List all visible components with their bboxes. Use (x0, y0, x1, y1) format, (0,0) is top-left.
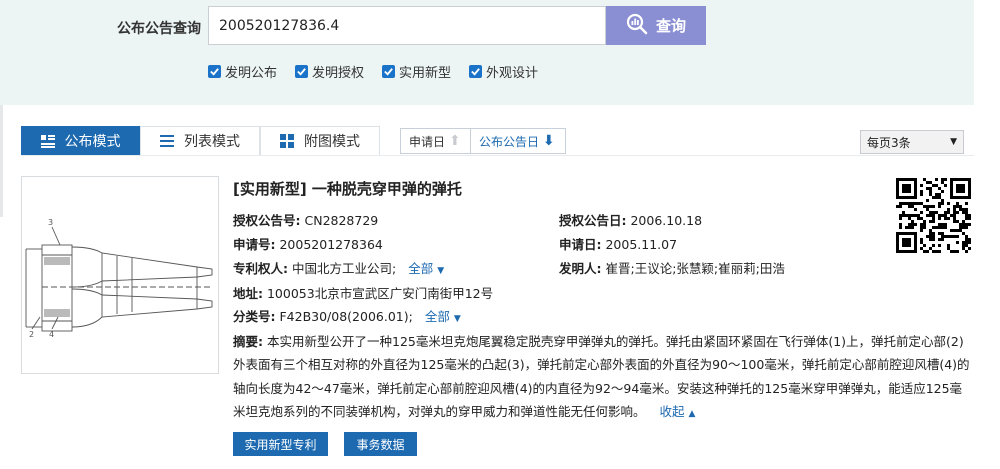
grant-date-field: 授权公告日: 2006.10.18 (559, 210, 702, 229)
tab-figure-mode[interactable]: 附图模式 (260, 126, 380, 156)
tab-publish-mode[interactable]: 公布模式 (21, 126, 140, 156)
checkbox-checked-icon[interactable] (295, 65, 309, 78)
list-detail-icon (40, 134, 55, 148)
field-label: 授权公告号: (233, 213, 301, 228)
application-number-field: 申请号: 2005201278364 (233, 234, 383, 253)
field-label: 授权公告日: (559, 213, 627, 228)
per-page-select[interactable]: 每页3条 ▼ (860, 130, 964, 154)
svg-text:3: 3 (48, 218, 53, 227)
filter-label: 实用新型 (399, 66, 452, 81)
classification-field: 分类号: F42B30/08(2006.01); 全部 ▼ (233, 306, 461, 325)
address-field: 地址: 100053北京市宣武区广安门南街甲12号 (233, 283, 493, 302)
chevron-down-icon: ▼ (950, 137, 957, 147)
list-icon (160, 134, 174, 148)
tab-label: 公布模式 (64, 134, 121, 150)
application-date-field: 申请日: 2005.11.07 (559, 234, 677, 253)
filter-invention-publication[interactable]: 发明公布 (208, 62, 277, 81)
field-value: F42B30/08(2006.01); (279, 309, 413, 324)
field-label: 申请号: (233, 237, 276, 252)
grant-number-field: 授权公告号: CN2828729 (233, 210, 378, 229)
field-value: 2006.10.18 (630, 213, 703, 228)
filter-invention-grant[interactable]: 发明授权 (295, 62, 364, 81)
view-mode-tabs: 公布模式 列表模式 附图模式 (21, 126, 380, 156)
checkbox-checked-icon[interactable] (208, 65, 221, 78)
field-value: CN2828729 (304, 213, 379, 228)
toolbar-divider (21, 155, 974, 156)
field-label: 发明人: (559, 261, 602, 276)
filter-label: 发明公布 (225, 66, 278, 81)
field-value: 100053北京市宣武区广安门南街甲12号 (266, 286, 494, 301)
field-value: 2005201278364 (279, 237, 383, 252)
patent-type-button[interactable]: 实用新型专利 (233, 432, 328, 456)
tab-label: 列表模式 (184, 134, 240, 150)
tab-list-mode[interactable]: 列表模式 (140, 126, 260, 156)
per-page-value: 每页3条 (867, 135, 911, 150)
arrow-down-icon: ⬇ (543, 133, 555, 149)
qr-code-icon (896, 178, 971, 253)
patent-drawing: 3 2 4 (25, 218, 213, 339)
field-label: 专利权人: (233, 261, 288, 276)
filter-utility-model[interactable]: 实用新型 (382, 62, 451, 81)
triangle-down-icon: ▼ (453, 314, 461, 324)
abstract-label: 摘要: (233, 334, 263, 349)
field-value: 崔晋;王议论;张慧颖;崔丽莉;田浩 (605, 261, 785, 276)
patent-drawing-thumbnail[interactable]: 3 2 4 (21, 176, 219, 374)
sort-by-publish-date[interactable]: 公布公告日 ⬇ (471, 129, 565, 153)
field-value: 中国北方工业公司; (291, 261, 397, 276)
patent-title[interactable]: [实用新型] 一种脱壳穿甲弹的弹托 (233, 178, 462, 199)
search-label: 公布公告查询 (117, 21, 201, 37)
abstract: 摘要: 本实用新型公开了一种125毫米坦克炮尾翼稳定脱壳穿甲弹弹丸的弹托。弹托由… (233, 330, 973, 426)
expand-label: 全部 (408, 261, 434, 276)
field-label: 申请日: (559, 237, 602, 252)
filter-label: 外观设计 (486, 66, 539, 81)
svg-text:4: 4 (49, 330, 54, 339)
affair-data-button[interactable]: 事务数据 (344, 432, 417, 456)
search-button-label: 查询 (655, 17, 686, 35)
filter-label: 发明授权 (312, 66, 365, 81)
type-filters: 发明公布 发明授权 实用新型 外观设计 (208, 62, 538, 81)
search-button[interactable]: 查询 (606, 6, 706, 45)
inventor-field: 发明人: 崔晋;王议论;张慧颖;崔丽莉;田浩 (559, 258, 785, 277)
checkbox-checked-icon[interactable] (469, 65, 483, 78)
checkbox-checked-icon[interactable] (382, 65, 396, 78)
sort-by-apply-date[interactable]: 申请日 ⬆ (401, 129, 471, 153)
field-label: 地址: (233, 286, 263, 301)
patentee-expand-link[interactable]: 全部 ▼ (408, 261, 444, 276)
field-label: 分类号: (233, 309, 276, 324)
filter-design[interactable]: 外观设计 (469, 62, 538, 81)
svg-text:2: 2 (29, 330, 34, 339)
tab-label: 附图模式 (304, 134, 360, 150)
collapse-link[interactable]: 收起 ▲ (660, 404, 696, 419)
collapse-label: 收起 (659, 403, 685, 419)
sort-label: 公布公告日 (479, 134, 540, 149)
arrow-up-icon: ⬆ (449, 133, 461, 149)
search-chart-icon (626, 13, 648, 39)
triangle-down-icon: ▼ (437, 266, 445, 276)
left-edge-strip (0, 105, 3, 217)
sort-label: 申请日 (409, 134, 446, 149)
patentee-field: 专利权人: 中国北方工业公司; 全部 ▼ (233, 258, 444, 277)
expand-label: 全部 (424, 309, 450, 324)
search-input[interactable] (208, 6, 606, 45)
sort-controls: 申请日 ⬆ 公布公告日 ⬇ (400, 128, 566, 154)
abstract-text: 本实用新型公开了一种125毫米坦克炮尾翼稳定脱壳穿甲弹弹丸的弹托。弹托由紧固环紧… (233, 334, 970, 419)
classification-expand-link[interactable]: 全部 ▼ (425, 309, 461, 324)
triangle-up-icon: ▲ (688, 408, 696, 419)
field-value: 2005.11.07 (605, 237, 678, 252)
grid-icon (280, 134, 294, 148)
